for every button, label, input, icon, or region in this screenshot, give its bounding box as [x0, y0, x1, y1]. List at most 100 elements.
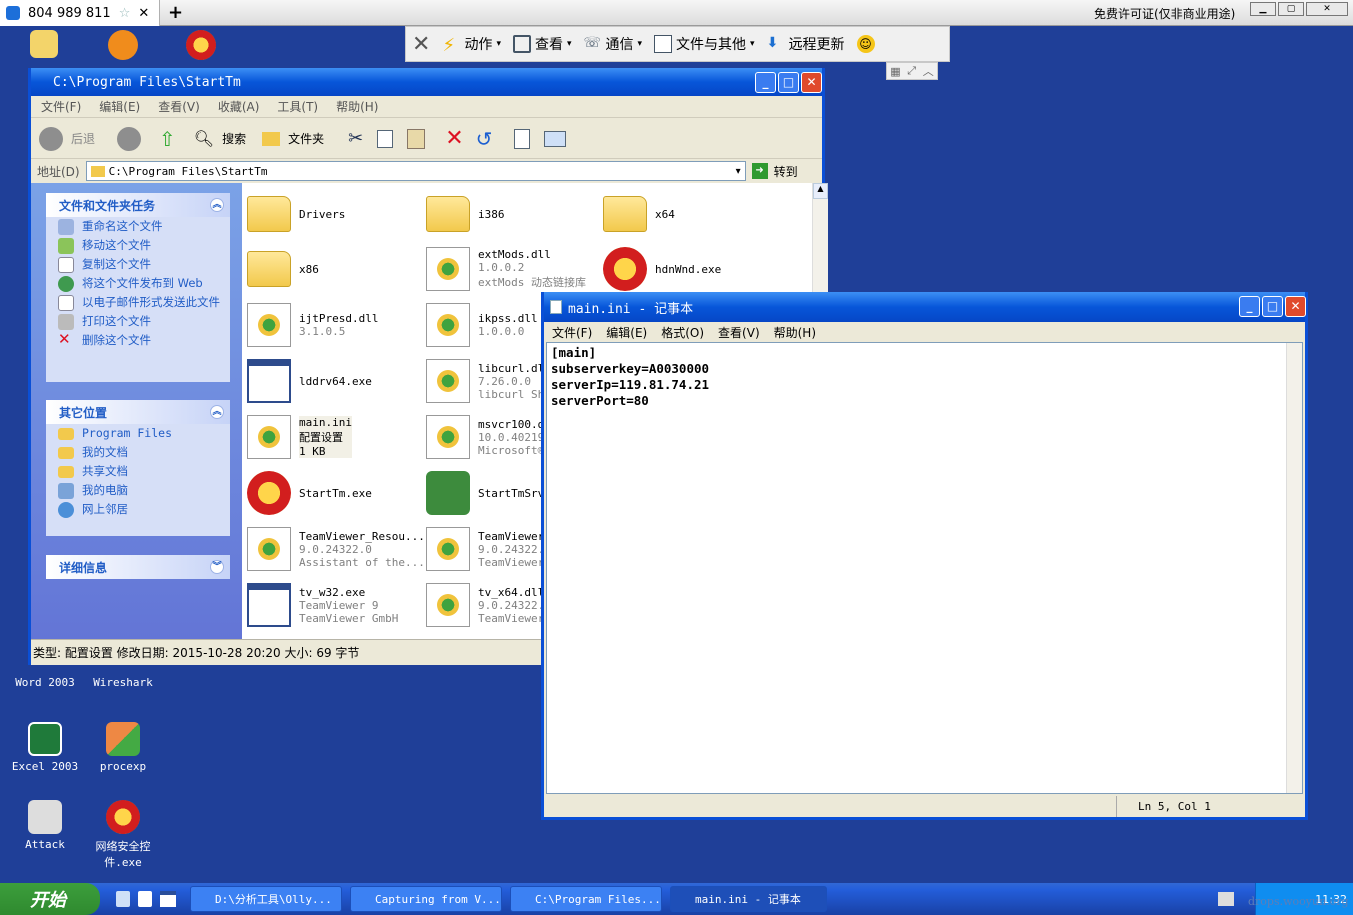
properties-icon[interactable] [514, 128, 531, 149]
file-item[interactable]: TeamViewer_Resou... 9.0.24322.0 Assistant … [247, 523, 425, 575]
session-tab[interactable]: 804 989 811 ☆ ✕ [0, 0, 160, 26]
menu-format[interactable]: 格式(O) [661, 324, 704, 341]
place-my-computer[interactable]: 我的电脑 [46, 481, 230, 500]
quicklaunch-icon[interactable] [138, 891, 152, 907]
file-item[interactable]: tv_w32.exe TeamViewer 9 TeamViewer GmbH [247, 579, 422, 631]
file-item[interactable]: extMods.dll 1.0.0.2 extMods 动态链接库 [426, 243, 601, 295]
desktop-icon-security[interactable]: 网络安全控件.exe [88, 800, 158, 870]
desktop-icon-procexp[interactable]: procexp [88, 722, 158, 773]
place-network[interactable]: 网上邻居 [46, 500, 230, 519]
file-item[interactable]: x86 [247, 243, 422, 295]
task-button[interactable]: D:\分析工具\Olly... [190, 886, 342, 912]
star-icon[interactable]: ☆ [119, 6, 131, 21]
close-button[interactable]: ✕ [1285, 296, 1306, 317]
collapse-icon[interactable]: ︽ [210, 405, 224, 419]
desktop-icon-attack[interactable]: Attack [10, 800, 80, 851]
collapse-icon[interactable]: ︽ [210, 198, 224, 212]
remote-update-button[interactable]: ⬇ 远程更新 [761, 27, 851, 61]
place-program-files[interactable]: Program Files [46, 424, 230, 443]
file-item[interactable]: StartTm.exe [247, 467, 422, 519]
undo-icon[interactable]: ↺ [476, 127, 493, 151]
notepad-titlebar[interactable]: main.ini - 记事本 [544, 292, 1305, 322]
menu-favorites[interactable]: 收藏(A) [218, 98, 260, 115]
desktop-icon[interactable] [108, 30, 138, 64]
minimize-button[interactable]: _ [1239, 296, 1260, 317]
file-item[interactable]: ijtPresd.dll 3.1.0.5 [247, 299, 422, 351]
folders-icon[interactable] [262, 131, 281, 146]
scroll-up-icon[interactable]: ▲ [813, 183, 828, 199]
menu-help[interactable]: 帮助(H) [774, 324, 816, 341]
menu-edit[interactable]: 编辑(E) [99, 98, 140, 115]
expand-icon[interactable]: ︾ [210, 560, 224, 574]
details-header[interactable]: 详细信息 ︾ [46, 555, 230, 579]
delete-icon[interactable]: ✕ [445, 126, 463, 151]
task-button[interactable]: C:\Program Files... [510, 886, 662, 912]
place-my-documents[interactable]: 我的文档 [46, 443, 230, 462]
folders-button[interactable]: 文件夹 [288, 130, 324, 147]
files-menu[interactable]: 文件与其他 ▾ [648, 27, 761, 61]
keyboard-icon[interactable] [1218, 892, 1234, 906]
go-button[interactable]: 转到 [774, 163, 798, 180]
task-rename[interactable]: 重命名这个文件 [46, 217, 230, 236]
go-icon[interactable]: ➜ [751, 163, 768, 179]
file-item[interactable]: i386 [426, 188, 601, 240]
desktop-icon[interactable] [186, 30, 216, 64]
maximize-button[interactable]: □ [778, 72, 799, 93]
new-tab-button[interactable]: + [168, 2, 183, 23]
search-button[interactable]: 搜索 [222, 130, 246, 147]
search-icon[interactable]: 🔍︎ [194, 129, 214, 148]
file-item[interactable]: hdnWnd.exe [603, 243, 778, 295]
menu-help[interactable]: 帮助(H) [336, 98, 378, 115]
quicklaunch-icon[interactable] [160, 891, 176, 907]
task-print[interactable]: 打印这个文件 [46, 312, 230, 331]
up-folder-icon[interactable]: ⇧ [159, 127, 176, 151]
desktop-icon-excel[interactable]: Excel 2003 [10, 722, 80, 773]
minimize-button[interactable]: _ [755, 72, 776, 93]
task-delete[interactable]: ✕ 删除这个文件 [46, 331, 230, 350]
task-move[interactable]: 移动这个文件 [46, 236, 230, 255]
menu-view[interactable]: 查看(V) [718, 324, 760, 341]
back-icon[interactable] [39, 126, 63, 151]
vertical-scrollbar[interactable] [1286, 343, 1302, 793]
task-publish[interactable]: 将这个文件发布到 Web [46, 274, 230, 293]
file-item[interactable]: Drivers [247, 188, 422, 240]
paste-icon[interactable] [407, 128, 426, 149]
views-icon[interactable] [544, 130, 567, 147]
file-item[interactable]: lddrv64.exe [247, 355, 422, 407]
file-tasks-header[interactable]: 文件和文件夹任务 ︽ [46, 193, 230, 217]
chevron-down-icon[interactable]: ▾ [736, 166, 745, 177]
cut-icon[interactable]: ✂ [348, 128, 363, 149]
explorer-titlebar[interactable]: C:\Program Files\StartTm [31, 68, 822, 96]
smiley-icon[interactable]: ☺ [851, 27, 881, 61]
address-input[interactable]: C:\Program Files\StartTm ▾ [85, 161, 746, 181]
fullscreen-icon[interactable]: ⤢ [907, 64, 916, 78]
maximize-button[interactable]: □ [1262, 296, 1283, 317]
close-button[interactable]: ✕ [801, 72, 822, 93]
grid-icon[interactable]: ▦ [890, 65, 900, 78]
quicklaunch-icon[interactable] [116, 891, 130, 907]
file-item[interactable]: x64 [603, 188, 778, 240]
back-label[interactable]: 后退 [71, 130, 95, 147]
task-email[interactable]: 以电子邮件形式发送此文件 [46, 293, 230, 312]
menu-file[interactable]: 文件(F) [41, 98, 81, 115]
forward-icon[interactable] [117, 126, 142, 151]
desktop-icon[interactable] [30, 30, 58, 62]
maximize-button[interactable]: ▢ [1278, 2, 1304, 16]
menu-edit[interactable]: 编辑(E) [606, 324, 647, 341]
minimize-button[interactable]: ▁ [1250, 2, 1276, 16]
close-button[interactable]: ✕ [1306, 2, 1348, 16]
menu-tools[interactable]: 工具(T) [277, 98, 318, 115]
task-button-active[interactable]: main.ini - 记事本 [670, 886, 827, 912]
other-places-header[interactable]: 其它位置 ︽ [46, 400, 230, 424]
place-shared-documents[interactable]: 共享文档 [46, 462, 230, 481]
copy-icon[interactable] [377, 129, 394, 148]
close-tab-icon[interactable]: ✕ [138, 6, 149, 21]
communicate-menu[interactable]: ☏ 通信 ▾ [578, 27, 649, 61]
task-button[interactable]: Capturing from V... [350, 886, 502, 912]
file-item[interactable]: main.ini 配置设置 1 KB [247, 411, 422, 463]
start-button[interactable]: 开始 [0, 883, 100, 915]
view-menu[interactable]: 查看 ▾ [507, 27, 578, 61]
menu-view[interactable]: 查看(V) [158, 98, 200, 115]
notepad-text-area[interactable]: [main] subserverkey=A0030000 serverIp=11… [546, 342, 1303, 794]
close-session-button[interactable]: ✕ [406, 27, 436, 61]
